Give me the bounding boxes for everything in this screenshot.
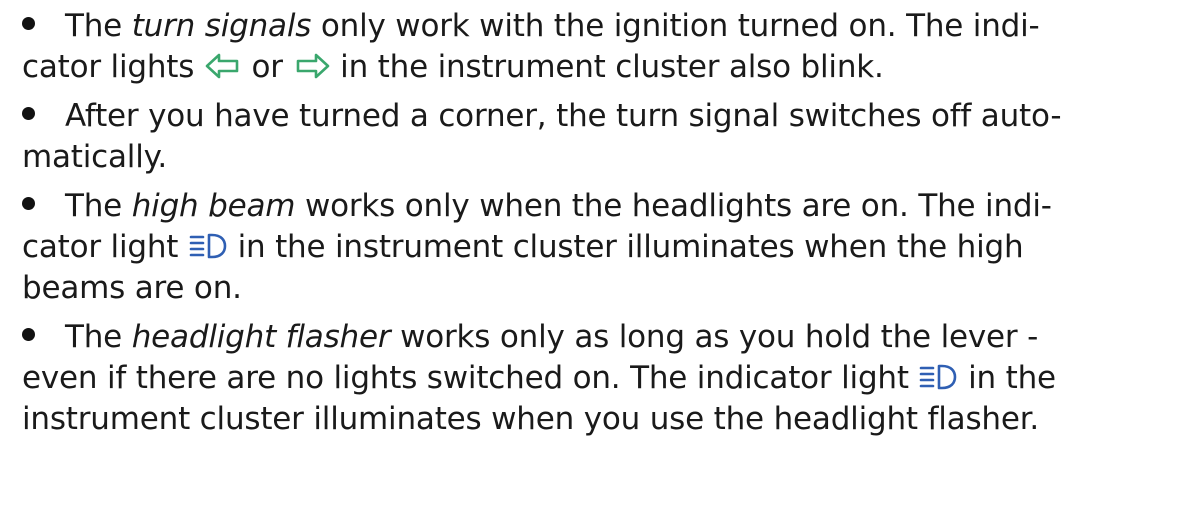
emphasis-turn-signals: turn signals xyxy=(131,8,312,44)
text-segment: The xyxy=(65,188,132,224)
list-item-high-beam: The high beam works only when the headli… xyxy=(22,186,1197,309)
text-segment: in the instrument cluster illuminates wh… xyxy=(227,229,1024,265)
bullet-point xyxy=(22,328,35,341)
text-segment: works only when the headlights are on. T… xyxy=(295,188,1052,224)
text-segment: even if there are no lights switched on.… xyxy=(22,360,919,396)
text-segment: The xyxy=(65,319,132,355)
bullet-point xyxy=(22,17,35,30)
emphasis-headlight-flasher: headlight flasher xyxy=(131,319,391,355)
turn-signal-left-icon xyxy=(204,52,242,80)
text-segment: cator lights xyxy=(22,49,204,85)
text-segment: After you have turned a corner, the turn… xyxy=(65,98,1062,134)
text-segment: instrument cluster illuminates when you … xyxy=(22,401,1040,437)
text-segment: in the instrument cluster also blink. xyxy=(330,49,884,85)
text-segment: matically. xyxy=(22,139,168,175)
bullet-point xyxy=(22,107,35,120)
manual-page: The turn signals only work with the igni… xyxy=(22,6,1197,440)
text-segment: works only as long as you hold the lever… xyxy=(390,319,1039,355)
bullet-point xyxy=(22,197,35,210)
text-segment: only work with the ignition turned on. T… xyxy=(311,8,1040,44)
text-segment: The xyxy=(65,8,132,44)
text-segment: or xyxy=(241,49,293,85)
text-segment: cator light xyxy=(22,229,188,265)
turn-signal-right-icon xyxy=(293,52,331,80)
high-beam-icon xyxy=(188,232,228,260)
list-item-headlight-flasher: The headlight flasher works only as long… xyxy=(22,317,1197,440)
list-item-turn-signals: The turn signals only work with the igni… xyxy=(22,6,1197,88)
emphasis-high-beam: high beam xyxy=(131,188,296,224)
list-item-auto-off: After you have turned a corner, the turn… xyxy=(22,96,1197,178)
text-segment: in the xyxy=(958,360,1056,396)
text-segment: beams are on. xyxy=(22,270,242,306)
high-beam-icon xyxy=(918,363,958,391)
